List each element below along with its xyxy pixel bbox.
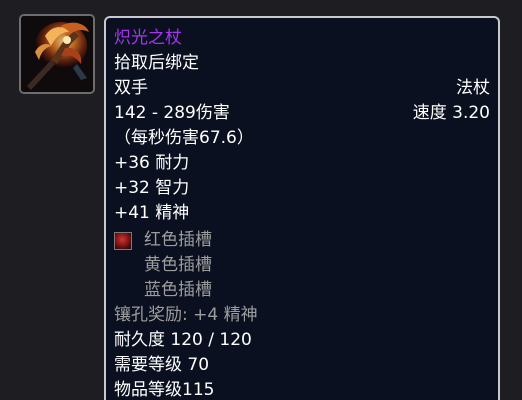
socket-blue: 蓝色插槽	[144, 280, 212, 300]
bind-type: 拾取后绑定	[114, 53, 199, 73]
socket-bonus: 镶孔奖励: +4 精神	[114, 305, 258, 325]
stat-stamina: +36 耐力	[114, 153, 190, 173]
item-name: 炽光之杖	[114, 28, 182, 48]
game-screen: 炽光之杖 拾取后绑定 双手 法杖 142 - 289伤害 速度 3.20 （每秒…	[0, 0, 522, 400]
stat-spirit: +41 精神	[114, 203, 190, 223]
socket-red: 红色插槽	[144, 230, 212, 250]
weapon-speed: 速度 3.20	[412, 103, 490, 123]
item-slot: 双手	[114, 78, 148, 98]
stat-intellect: +32 智力	[114, 178, 190, 198]
socket-yellow: 黄色插槽	[144, 255, 212, 275]
damage-row: 142 - 289伤害 速度 3.20	[114, 101, 490, 126]
red-socket-icon	[114, 232, 132, 250]
dps-line: （每秒伤害67.6）	[114, 128, 254, 148]
durability: 耐久度 120 / 120	[114, 330, 252, 350]
slot-row: 双手 法杖	[114, 76, 490, 101]
required-level: 需要等级 70	[114, 355, 210, 375]
item-tooltip: 炽光之杖 拾取后绑定 双手 法杖 142 - 289伤害 速度 3.20 （每秒…	[104, 16, 500, 400]
staff-icon[interactable]	[19, 14, 95, 94]
item-type: 法杖	[456, 78, 490, 98]
item-level: 物品等级115	[114, 380, 215, 400]
damage-range: 142 - 289伤害	[114, 103, 230, 123]
